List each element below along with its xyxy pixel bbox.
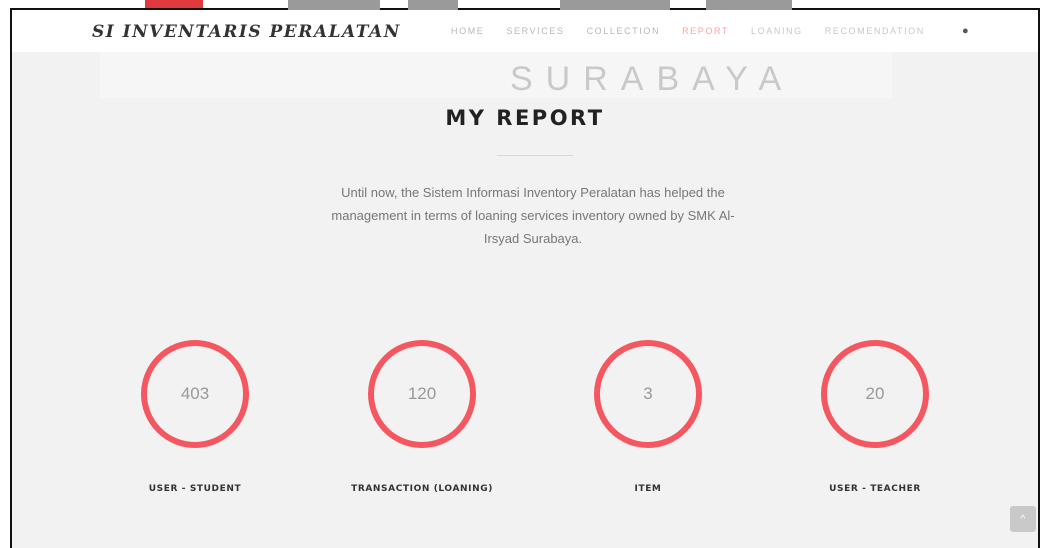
page-title: MY REPORT <box>445 106 605 130</box>
stat-value: 3 <box>594 340 702 448</box>
stat-label: ITEM <box>634 484 662 494</box>
stat-value: 20 <box>821 340 929 448</box>
nav-item-home[interactable]: HOME <box>440 26 495 36</box>
nav-item-loaning[interactable]: LOANING <box>740 26 814 36</box>
stat-user-teacher: 20 USER - TEACHER <box>765 340 985 494</box>
report-description: Until now, the Sistem Informasi Inventor… <box>331 185 735 246</box>
stat-item: 3 ITEM <box>538 340 758 494</box>
chevron-up-icon: ^ <box>1020 513 1026 525</box>
stat-value: 403 <box>141 340 249 448</box>
user-icon[interactable]: ● <box>962 25 969 37</box>
stat-label: USER - STUDENT <box>148 484 242 494</box>
stat-label: USER - TEACHER <box>829 484 921 494</box>
nav-item-services[interactable]: SERVICES <box>495 26 575 36</box>
watermark-text: SURABAYA <box>510 60 795 98</box>
nav-item-report[interactable]: REPORT <box>671 26 740 36</box>
navbar: SI INVENTARIS PERALATAN HOME SERVICES CO… <box>12 10 1038 52</box>
nav-item-collection[interactable]: COLLECTION <box>576 26 672 36</box>
stat-label: TRANSACTION (LOANING) <box>351 484 493 494</box>
stat-transaction: 120 TRANSACTION (LOANING) <box>312 340 532 494</box>
title-divider <box>497 155 573 156</box>
brand-logo[interactable]: SI INVENTARIS PERALATAN <box>92 22 401 42</box>
nav-item-recomendation[interactable]: RECOMENDATION <box>814 26 936 36</box>
scroll-to-top-button[interactable]: ^ <box>1010 506 1036 532</box>
stat-value: 120 <box>368 340 476 448</box>
decorative-red-tab <box>145 0 203 8</box>
nav-menu: HOME SERVICES COLLECTION REPORT LOANING … <box>440 26 936 36</box>
stat-user-student: 403 USER - STUDENT <box>85 340 305 494</box>
